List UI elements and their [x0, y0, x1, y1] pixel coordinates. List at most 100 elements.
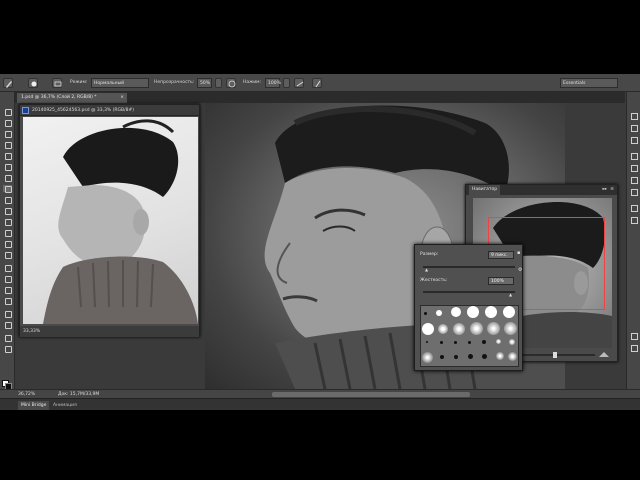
pressure-icon[interactable]	[226, 78, 236, 88]
histogram-panel-icon[interactable]	[630, 216, 638, 224]
brush-preset[interactable]	[468, 354, 473, 359]
eyedropper-icon[interactable]	[3, 163, 12, 171]
opacity-field[interactable]: 50%	[197, 78, 212, 88]
mode-select[interactable]: Нормальный	[91, 78, 149, 88]
type-icon[interactable]	[3, 275, 12, 283]
crop-icon[interactable]	[3, 152, 12, 160]
swatches-panel-icon[interactable]	[630, 188, 638, 196]
brush-preset[interactable]	[496, 352, 504, 360]
status-bar: 36,72% Док: 15,7M/33,9M	[0, 389, 640, 398]
3d-rotate-icon[interactable]	[3, 310, 12, 318]
navigator-panel-icon[interactable]	[630, 204, 638, 212]
clone-stamp-icon[interactable]	[3, 196, 12, 204]
brush-preset[interactable]	[438, 324, 448, 334]
blur-icon[interactable]	[3, 240, 12, 248]
reference-window-titlebar[interactable]: 20140925_45624563.psd @ 33,3% (RGB/8#)	[20, 105, 199, 116]
paths-panel-icon[interactable]	[630, 136, 638, 144]
brush-preset[interactable]	[482, 354, 487, 359]
reset-size-icon[interactable]: ▪	[517, 250, 520, 256]
reference-photo[interactable]	[23, 117, 198, 324]
document-tab[interactable]: 1.psd @ 36,7% (Слой 2, RGB/8) * ×	[17, 93, 127, 103]
flow-field[interactable]: 100%	[265, 78, 281, 88]
move-icon[interactable]	[3, 108, 12, 116]
brush-preset-popup[interactable]: Размер: 9 пикс. ▪ ▲ ⚙ Жесткость: 100% ▲	[414, 244, 523, 371]
tablet-pressure-icon[interactable]	[312, 78, 322, 88]
brush-preset[interactable]	[503, 306, 515, 318]
brush-size-field[interactable]: 9 пикс.	[488, 251, 514, 259]
brush-preset[interactable]	[440, 341, 443, 344]
masks-panel-icon[interactable]	[630, 164, 638, 172]
healing-brush-icon[interactable]	[3, 174, 12, 182]
brush-preset[interactable]	[496, 339, 501, 344]
history-brush-icon[interactable]	[3, 207, 12, 215]
document-size-readout[interactable]: Док: 15,7M/33,9M	[58, 391, 99, 398]
reference-document-window[interactable]: 20140925_45624563.psd @ 33,3% (RGB/8#) 3…	[19, 104, 200, 337]
brush-preset[interactable]	[422, 323, 434, 335]
brush-preset[interactable]	[440, 355, 444, 359]
flow-dropdown-icon[interactable]	[283, 78, 290, 88]
brush-hardness-slider[interactable]	[423, 291, 515, 293]
brush-preset[interactable]	[451, 307, 461, 317]
hardness-slider-thumb-icon[interactable]: ▲	[509, 292, 512, 297]
animation-tab[interactable]: Анимация	[50, 401, 80, 410]
dodge-icon[interactable]	[3, 251, 12, 259]
gradient-icon[interactable]	[3, 229, 12, 237]
marquee-icon[interactable]	[3, 119, 12, 127]
workspace-switcher[interactable]: Essentials	[560, 78, 618, 88]
brush-preset[interactable]	[424, 312, 427, 315]
shape-icon[interactable]	[3, 297, 12, 305]
adjustments-panel-icon[interactable]	[630, 152, 638, 160]
brush-panel-icon[interactable]	[630, 332, 638, 340]
navigator-tab[interactable]: Навигатор	[469, 185, 501, 195]
brush-size-slider[interactable]	[423, 266, 515, 268]
document-tab-title: 1.psd @ 36,7% (Слой 2, RGB/8) *	[21, 95, 97, 100]
opacity-dropdown-icon[interactable]	[215, 78, 222, 88]
zoom-readout[interactable]: 36,72%	[18, 391, 35, 398]
brush-preset[interactable]	[509, 339, 515, 345]
brush-preset[interactable]	[454, 355, 458, 359]
pen-icon[interactable]	[3, 264, 12, 272]
brush-preset[interactable]	[468, 341, 471, 344]
brush-tool-icon[interactable]	[3, 185, 12, 193]
brush-presets-grid[interactable]	[420, 305, 519, 367]
brush-picker-menu-icon[interactable]: ⚙	[518, 267, 522, 273]
size-label: Размер:	[420, 252, 439, 257]
brush-icon[interactable]	[3, 78, 13, 88]
panel-menu-icon[interactable]: ≡	[610, 185, 614, 195]
panel-dock	[626, 92, 640, 394]
brush-preset[interactable]	[487, 322, 500, 335]
channels-panel-icon[interactable]	[630, 124, 638, 132]
panel-collapse-icon[interactable]: ▸▸	[602, 185, 607, 195]
brush-preset[interactable]	[453, 323, 465, 335]
brush-hardness-field[interactable]: 100%	[488, 277, 514, 285]
layers-panel-icon[interactable]	[630, 112, 638, 120]
mini-bridge-tab[interactable]: Mini Bridge	[18, 401, 50, 410]
close-icon[interactable]: ×	[120, 93, 124, 103]
brush-preset[interactable]	[482, 340, 486, 344]
brush-panel-toggle-icon[interactable]	[52, 78, 62, 88]
reference-zoom-readout[interactable]: 33,33%	[23, 329, 40, 334]
brush-preset[interactable]	[454, 341, 457, 344]
brush-preset[interactable]	[485, 306, 497, 318]
horizontal-scrollbar[interactable]	[272, 392, 470, 397]
size-slider-thumb-icon[interactable]: ▲	[425, 267, 428, 272]
airbrush-icon[interactable]	[294, 78, 304, 88]
3d-orbit-icon[interactable]	[3, 321, 12, 329]
quick-select-icon[interactable]	[3, 141, 12, 149]
brush-preset[interactable]	[508, 352, 517, 361]
zoom-icon[interactable]	[3, 345, 12, 353]
brush-preset[interactable]	[422, 352, 433, 363]
brush-preset[interactable]	[504, 322, 517, 335]
brush-preset[interactable]	[467, 306, 479, 318]
eraser-icon[interactable]	[3, 218, 12, 226]
brush-preset-picker[interactable]	[28, 78, 38, 88]
brush-preset[interactable]	[436, 310, 442, 316]
brush-preset[interactable]	[470, 322, 483, 335]
lasso-icon[interactable]	[3, 130, 12, 138]
color-panel-icon[interactable]	[630, 176, 638, 184]
clone-source-panel-icon[interactable]	[630, 344, 638, 352]
path-selection-icon[interactable]	[3, 286, 12, 294]
navigator-header[interactable]: Навигатор ▸▸ ≡	[466, 185, 617, 195]
brush-preset[interactable]	[426, 341, 428, 343]
hand-icon[interactable]	[3, 334, 12, 342]
